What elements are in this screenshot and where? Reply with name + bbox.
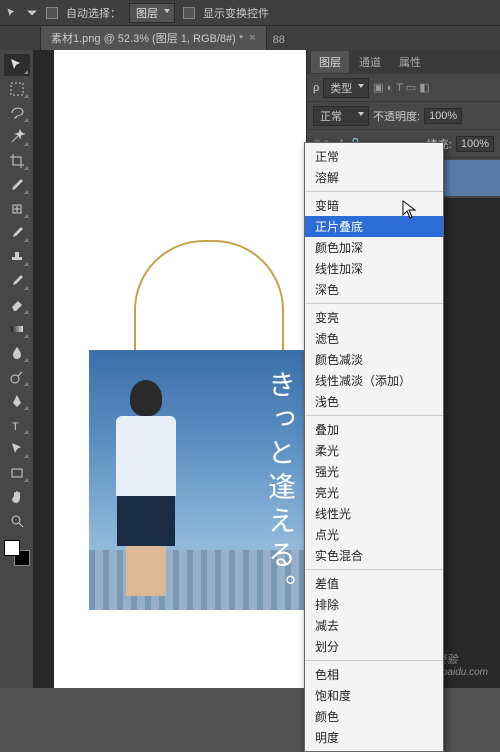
wand-tool[interactable] xyxy=(4,126,30,148)
brush-tool[interactable] xyxy=(4,222,30,244)
dodge-tool[interactable] xyxy=(4,366,30,388)
type-tool[interactable]: T xyxy=(4,414,30,436)
gradient-tool[interactable] xyxy=(4,318,30,340)
close-icon[interactable]: × xyxy=(249,32,255,44)
blend-group-6: 色相饱和度颜色明度 xyxy=(305,661,443,751)
stamp-tool[interactable] xyxy=(4,246,30,268)
hand-tool[interactable] xyxy=(4,486,30,508)
layer-filter-row: ρ 类型 ▣ ◐ T ▭ ◧ xyxy=(307,74,500,102)
svg-text:T: T xyxy=(12,421,19,433)
blend-mode-item[interactable]: 减去 xyxy=(305,615,443,636)
blend-opacity-row: 正常 不透明度: 100% xyxy=(307,102,500,130)
blend-mode-item[interactable]: 变亮 xyxy=(305,307,443,328)
blend-mode-item[interactable]: 差值 xyxy=(305,573,443,594)
move-tool[interactable] xyxy=(4,54,30,76)
blend-group-3: 变亮滤色颜色减淡线性减淡（添加）浅色 xyxy=(305,304,443,416)
crop-tool[interactable] xyxy=(4,150,30,172)
opacity-label: 不透明度: xyxy=(373,108,420,124)
heal-tool[interactable] xyxy=(4,198,30,220)
color-swatches[interactable] xyxy=(4,540,30,566)
blend-mode-item[interactable]: 颜色减淡 xyxy=(305,349,443,370)
blend-mode-item[interactable]: 浅色 xyxy=(305,391,443,412)
blend-mode-item[interactable]: 变暗 xyxy=(305,195,443,216)
blend-mode-item[interactable]: 点光 xyxy=(305,524,443,545)
blend-mode-item[interactable]: 滤色 xyxy=(305,328,443,349)
move-tool-icon xyxy=(6,7,18,19)
blend-mode-item[interactable]: 深色 xyxy=(305,279,443,300)
tab-layers[interactable]: 图层 xyxy=(311,51,349,73)
tab-paths[interactable]: 属性 xyxy=(391,51,429,73)
blend-mode-item[interactable]: 亮光 xyxy=(305,482,443,503)
opacity-value[interactable]: 100% xyxy=(424,108,462,124)
blend-mode-item[interactable]: 色相 xyxy=(305,664,443,685)
lasso-tool[interactable] xyxy=(4,102,30,124)
blend-mode-item[interactable]: 划分 xyxy=(305,636,443,657)
blend-mode-item[interactable]: 颜色加深 xyxy=(305,237,443,258)
blend-mode-item[interactable]: 排除 xyxy=(305,594,443,615)
auto-select-checkbox[interactable] xyxy=(46,7,58,19)
blend-group-1: 正常溶解 xyxy=(305,143,443,192)
blend-mode-item[interactable]: 线性光 xyxy=(305,503,443,524)
history-brush-tool[interactable] xyxy=(4,270,30,292)
blend-mode-item[interactable]: 饱和度 xyxy=(305,685,443,706)
dropdown-arrow-icon[interactable] xyxy=(26,7,38,19)
auto-select-label: 自动选择： xyxy=(66,5,121,21)
blend-mode-item[interactable]: 叠加 xyxy=(305,419,443,440)
blend-mode-item[interactable]: 强光 xyxy=(305,461,443,482)
path-select-tool[interactable] xyxy=(4,438,30,460)
eyedropper-tool[interactable] xyxy=(4,174,30,196)
blur-tool[interactable] xyxy=(4,342,30,364)
document-tab-second[interactable]: 88 xyxy=(267,30,291,50)
options-bar: 自动选择： 图层 显示变换控件 xyxy=(0,0,500,26)
filter-kind-label: ρ xyxy=(313,82,319,94)
blend-mode-item[interactable]: 正常 xyxy=(305,146,443,167)
blend-group-5: 差值排除减去划分 xyxy=(305,570,443,661)
tool-column: T xyxy=(0,50,34,688)
blend-mode-item[interactable]: 柔光 xyxy=(305,440,443,461)
marquee-tool[interactable] xyxy=(4,78,30,100)
blend-mode-item[interactable]: 溶解 xyxy=(305,167,443,188)
show-transform-checkbox[interactable] xyxy=(183,7,195,19)
blend-group-2: 变暗正片叠底颜色加深线性加深深色 xyxy=(305,192,443,304)
filter-icons[interactable]: ▣ ◐ T ▭ ◧ xyxy=(373,81,429,94)
blend-mode-item[interactable]: 实色混合 xyxy=(305,545,443,566)
eraser-tool[interactable] xyxy=(4,294,30,316)
pen-tool[interactable] xyxy=(4,390,30,412)
cursor-icon xyxy=(402,200,418,220)
panel-tabs: 图层 通道 属性 xyxy=(307,50,500,74)
zoom-tool[interactable] xyxy=(4,510,30,532)
filter-kind-dropdown[interactable]: 类型 xyxy=(323,78,369,98)
blend-mode-item[interactable]: 颜色 xyxy=(305,706,443,727)
blend-group-4: 叠加柔光强光亮光线性光点光实色混合 xyxy=(305,416,443,570)
tab-channels[interactable]: 通道 xyxy=(351,51,389,73)
document-tab-active[interactable]: 素材1.png @ 52.3% (图层 1, RGB/8#) * × xyxy=(40,25,267,50)
blend-mode-item[interactable]: 正片叠底 xyxy=(305,216,443,237)
show-transform-label: 显示变换控件 xyxy=(203,5,269,21)
document-tab-bar: 素材1.png @ 52.3% (图层 1, RGB/8#) * × 88 xyxy=(0,26,500,50)
rectangle-tool[interactable] xyxy=(4,462,30,484)
japanese-text: きっと逢える。 xyxy=(259,370,299,608)
blend-mode-item[interactable]: 线性减淡（添加） xyxy=(305,370,443,391)
document-tab-title: 素材1.png @ 52.3% (图层 1, RGB/8#) * xyxy=(51,30,243,46)
fill-value[interactable]: 100% xyxy=(456,136,494,152)
blend-mode-dropdown[interactable]: 正常 xyxy=(313,106,369,126)
blend-mode-item[interactable]: 线性加深 xyxy=(305,258,443,279)
auto-select-target-dropdown[interactable]: 图层 xyxy=(129,3,175,23)
blend-mode-item[interactable]: 明度 xyxy=(305,727,443,748)
blend-mode-menu: 正常溶解 变暗正片叠底颜色加深线性加深深色 变亮滤色颜色减淡线性减淡（添加）浅色… xyxy=(304,142,444,752)
